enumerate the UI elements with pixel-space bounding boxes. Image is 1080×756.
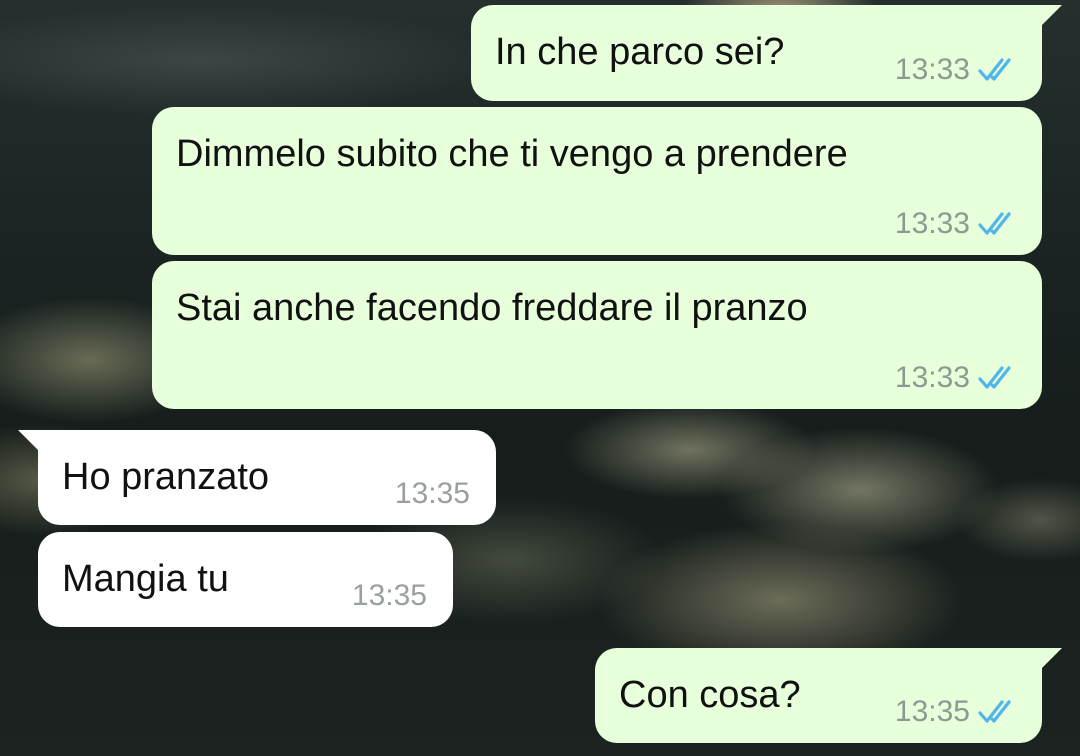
message-text: In che parco sei?: [495, 31, 785, 73]
message-time: 13:33: [894, 207, 970, 240]
bubble-tail: [18, 430, 38, 450]
message-bubble-outgoing[interactable]: Con cosa? 13:35: [595, 648, 1062, 743]
message-meta: 13:33: [895, 361, 1020, 395]
message-time: 13:33: [894, 53, 970, 86]
double-check-read-icon: [978, 366, 1011, 389]
bubble-tail: [1042, 648, 1062, 668]
message-meta: 13:33: [895, 53, 1020, 87]
message-text: Ho pranzato: [62, 456, 270, 498]
message-meta: 13:33: [895, 207, 1020, 241]
message-time: 13:35: [394, 477, 470, 510]
double-check-read-icon: [978, 212, 1011, 235]
message-bubble-outgoing[interactable]: Stai anche facendo freddare il pranzo 13…: [152, 261, 1042, 409]
message-meta: 13:35: [895, 695, 1020, 729]
message-bubble-outgoing[interactable]: Dimmelo subito che ti vengo a prendere 1…: [152, 107, 1042, 255]
message-bubble-incoming[interactable]: Mangia tu 13:35: [38, 532, 453, 627]
message-bubble-incoming[interactable]: Ho pranzato 13:35: [18, 430, 496, 525]
double-check-read-icon: [978, 58, 1011, 81]
message-time: 13:33: [894, 361, 970, 394]
message-bubble-outgoing[interactable]: In che parco sei? 13:33: [471, 5, 1062, 101]
message-meta: 13:35: [352, 579, 427, 613]
double-check-read-icon: [978, 700, 1011, 723]
message-text: Con cosa?: [619, 674, 801, 716]
message-time: 13:35: [894, 695, 970, 728]
bubble-tail: [1042, 5, 1062, 25]
message-text: Mangia tu: [62, 558, 229, 600]
message-text: Dimmelo subito che ti vengo a prendere: [176, 133, 848, 175]
message-list[interactable]: In che parco sei? 13:33 Dimmelo subito c…: [0, 0, 1080, 756]
message-text: Stai anche facendo freddare il pranzo: [176, 287, 808, 329]
message-time: 13:35: [351, 579, 427, 612]
message-meta: 13:35: [395, 477, 470, 511]
